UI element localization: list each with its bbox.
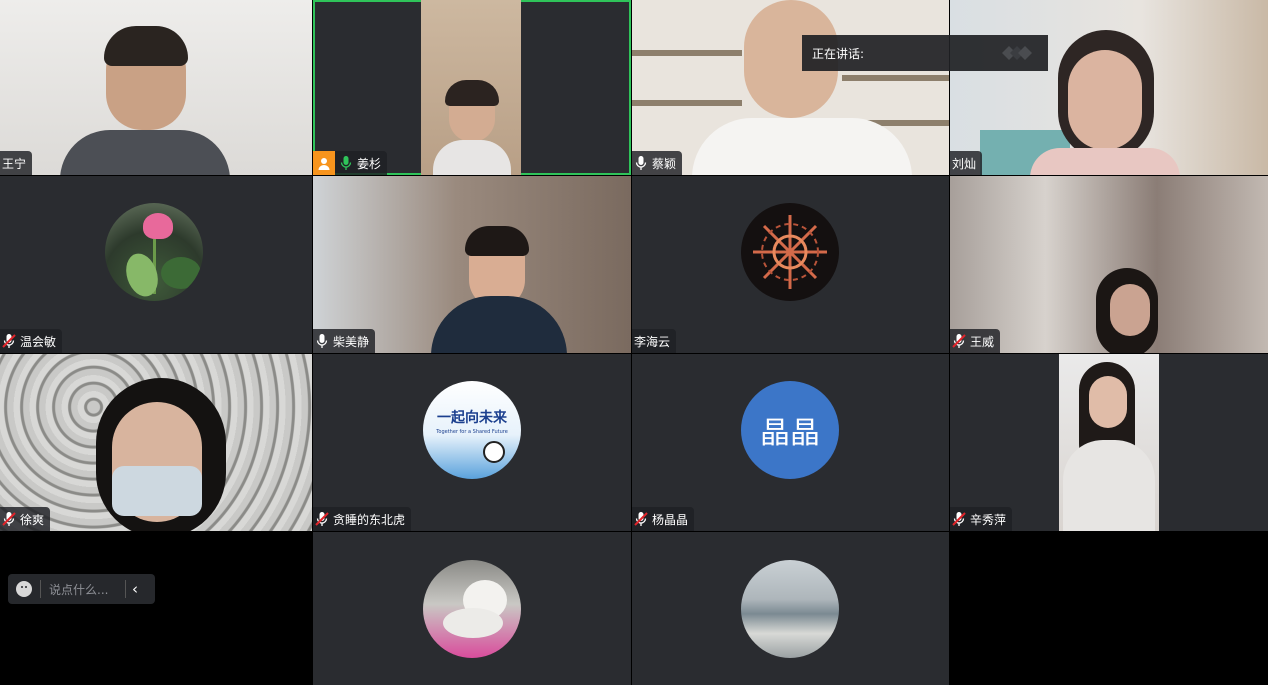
video-tile-wangning[interactable]: 王宁: [0, 0, 312, 175]
participant-name-tag: 李海云: [632, 329, 677, 353]
mic-muted-icon[interactable]: [315, 511, 329, 527]
cat-avatar: [423, 560, 521, 658]
participant-name: 杨晶晶: [652, 512, 689, 527]
chat-placeholder[interactable]: 说点什么...: [49, 581, 119, 598]
empty-tile: [950, 532, 1268, 685]
speaking-wave-icon: [1002, 46, 1032, 60]
slogan-en: Together for a Shared Future: [436, 429, 508, 435]
participant-name-tag: 贪睡的东北虎: [313, 507, 412, 531]
chat-input-bar[interactable]: 说点什么... ‹: [8, 574, 155, 604]
video-feed: [632, 0, 949, 175]
video-feed: [950, 176, 1268, 353]
participant-name-tag: 刘灿: [950, 151, 983, 175]
participant-name: 蔡颖: [652, 156, 677, 171]
participant-name: 李海云: [634, 334, 671, 349]
participant-name: 贪睡的东北虎: [333, 512, 406, 527]
avatar-initials: 晶晶: [760, 416, 820, 451]
participant-name: 徐爽: [20, 512, 45, 527]
video-tile-caiying[interactable]: 蔡颖: [632, 0, 949, 175]
empty-tile: [0, 532, 312, 685]
participant-name: 王宁: [2, 156, 27, 171]
video-tile-xinxiuping[interactable]: 辛秀萍: [950, 354, 1268, 531]
video-feed: [421, 0, 521, 175]
video-feed: [313, 176, 631, 353]
participant-name-tag: 徐爽: [0, 507, 51, 531]
divider: [125, 580, 126, 598]
participant-name-tag: 王宁: [0, 151, 33, 175]
participant-name: 姜杉: [357, 156, 382, 171]
lotus-avatar: [105, 203, 203, 301]
speaking-indicator: 正在讲话:: [802, 35, 1048, 71]
initials-avatar: 晶晶: [741, 381, 839, 479]
participant-name: 柴美静: [333, 334, 370, 349]
video-tile-cat-avatar[interactable]: [313, 532, 631, 685]
mic-muted-icon[interactable]: [2, 333, 16, 349]
emoji-icon[interactable]: [16, 581, 32, 597]
mandala-avatar: [741, 203, 839, 301]
video-tile-wenhuimin[interactable]: 温会敏: [0, 176, 312, 353]
mic-muted-icon[interactable]: [952, 333, 966, 349]
mic-on-icon[interactable]: [339, 155, 353, 171]
sea-avatar: [741, 560, 839, 658]
participant-name-tag: 杨晶晶: [632, 507, 695, 531]
video-tile-sea-avatar[interactable]: [632, 532, 949, 685]
participant-name-tag: 辛秀萍: [950, 507, 1013, 531]
participant-name-tag: 温会敏: [0, 329, 63, 353]
slogan-cn: 一起向未来: [437, 410, 507, 426]
participant-name-tag: 姜杉: [313, 151, 388, 175]
video-tile-chaimeijing[interactable]: 柴美静: [313, 176, 631, 353]
participant-name-tag: 柴美静: [313, 329, 376, 353]
speaking-label: 正在讲话:: [812, 46, 865, 61]
participant-name: 王威: [970, 334, 995, 349]
participant-name: 温会敏: [20, 334, 57, 349]
host-icon: [313, 151, 335, 175]
video-feed: [0, 354, 312, 531]
chevron-left-icon[interactable]: ‹: [132, 580, 138, 598]
divider: [40, 580, 41, 598]
participant-name-tag: 蔡颖: [632, 151, 683, 175]
mic-muted-icon[interactable]: [2, 511, 16, 527]
video-feed: [1059, 354, 1159, 531]
mandala-icon: [753, 215, 827, 289]
video-tile-lihaiyun[interactable]: 李海云: [632, 176, 949, 353]
video-feed: [950, 0, 1268, 175]
video-tile-yangjingjing[interactable]: 晶晶 杨晶晶: [632, 354, 949, 531]
video-tile-tanshui[interactable]: 一起向未来 Together for a Shared Future 贪睡的东北…: [313, 354, 631, 531]
mic-on-icon[interactable]: [634, 155, 648, 171]
participant-name: 刘灿: [952, 156, 977, 171]
video-tile-jiangshan[interactable]: 姜杉: [313, 0, 631, 175]
video-tile-xushuang[interactable]: 徐爽: [0, 354, 312, 531]
mic-on-icon[interactable]: [315, 333, 329, 349]
video-tile-liucan[interactable]: 刘灿: [950, 0, 1268, 175]
video-feed: [0, 0, 312, 175]
video-tile-wangwei[interactable]: 王威: [950, 176, 1268, 353]
participant-name: 辛秀萍: [970, 512, 1007, 527]
mic-muted-icon[interactable]: [634, 511, 648, 527]
olympic-slogan-avatar: 一起向未来 Together for a Shared Future: [423, 381, 521, 479]
participant-name-tag: 王威: [950, 329, 1001, 353]
mic-muted-icon[interactable]: [952, 511, 966, 527]
